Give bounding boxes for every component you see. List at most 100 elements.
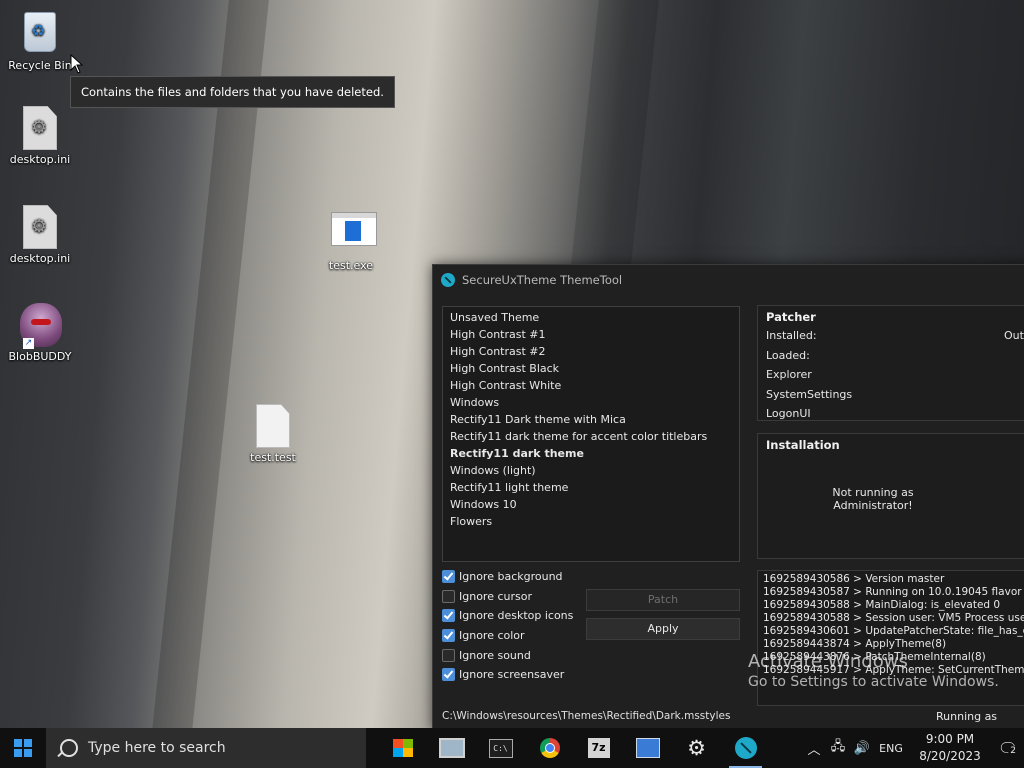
theme-list-item[interactable]: Rectify11 light theme xyxy=(443,479,739,496)
theme-list-item[interactable]: High Contrast #1 xyxy=(443,326,739,343)
patcher-group: Patcher Installed: Out Loaded: Explorer Syst… xyxy=(757,305,1024,421)
option-checkbox-row[interactable]: Ignore cursor xyxy=(442,587,573,607)
this-pc-icon xyxy=(438,738,465,758)
volume-icon[interactable]: 🔊 xyxy=(850,741,874,756)
checkbox-label: Ignore cursor xyxy=(459,589,532,603)
checkbox[interactable] xyxy=(442,668,455,682)
checkbox[interactable] xyxy=(442,570,455,584)
shortcut-arrow-icon: ↗ xyxy=(23,338,34,349)
blank-file-icon xyxy=(253,404,293,448)
checkbox-label: Ignore sound xyxy=(459,648,531,662)
start-button[interactable] xyxy=(0,728,46,768)
desktop-icon-label: desktop.ini xyxy=(9,153,71,166)
input-language[interactable]: ENG xyxy=(874,742,908,755)
taskbar-control-panel[interactable] xyxy=(623,728,672,768)
checkbox-label: Ignore color xyxy=(459,629,525,643)
checkbox-label: Ignore screensaver xyxy=(459,668,565,682)
taskbar-7zip[interactable]: 7z xyxy=(574,728,623,768)
option-checkbox-row[interactable]: Ignore desktop icons xyxy=(442,606,573,626)
7zip-icon: 7z xyxy=(587,738,610,758)
desktop-icon-desktop-ini[interactable]: desktop.ini xyxy=(2,106,78,166)
store-icon xyxy=(392,739,413,757)
patcher-row-label: Explorer xyxy=(766,368,812,381)
system-tray: ︿ 🖧 🔊 ENG 9:00 PM 8/20/2023 🗨2 xyxy=(802,728,1024,768)
chrome-icon xyxy=(539,738,560,758)
checkbox[interactable] xyxy=(442,629,455,643)
theme-list-item[interactable]: High Contrast #2 xyxy=(443,343,739,360)
activate-windows-watermark: Activate Windows Go to Settings to activ… xyxy=(748,652,999,692)
network-icon[interactable]: 🖧 xyxy=(826,737,850,759)
theme-options: Ignore background Ignore cursor Ignore des… xyxy=(442,567,573,685)
checkbox[interactable] xyxy=(442,648,455,662)
theme-list[interactable]: Unsaved Theme High Contrast #1 High Contra… xyxy=(442,306,740,562)
taskbar-command-prompt[interactable]: C:\ xyxy=(476,728,525,768)
log-line: 1692589430587 > Running on 10.0.19045 fl… xyxy=(763,586,1024,598)
theme-list-item[interactable]: Windows 10 xyxy=(443,496,739,513)
search-icon xyxy=(60,739,78,757)
mouse-cursor-icon xyxy=(70,54,84,74)
theme-list-item[interactable]: Rectify11 Dark theme with Mica xyxy=(443,411,739,428)
checkbox[interactable] xyxy=(442,609,455,623)
patcher-row: Explorer xyxy=(758,365,1024,385)
theme-list-item[interactable]: Unsaved Theme xyxy=(443,309,739,326)
theme-list-item[interactable]: High Contrast Black xyxy=(443,360,739,377)
clock[interactable]: 9:00 PM 8/20/2023 xyxy=(912,731,988,765)
installation-title: Installation xyxy=(766,438,840,452)
theme-list-item[interactable]: Flowers xyxy=(443,513,739,530)
show-hidden-icons-chevron-icon[interactable]: ︿ xyxy=(802,739,826,758)
desktop-icon-label: test.exe xyxy=(328,259,374,272)
option-checkbox-row[interactable]: Ignore color xyxy=(442,626,573,646)
log-line: 1692589443874 > ApplyTheme(8) xyxy=(763,638,947,650)
patcher-row-label: Loaded: xyxy=(766,348,810,362)
option-checkbox-row[interactable]: Ignore background xyxy=(442,567,573,587)
control-panel-icon xyxy=(635,738,660,758)
taskbar-search-box[interactable]: Type here to search xyxy=(46,728,366,768)
command-prompt-icon: C:\ xyxy=(488,738,513,758)
log-line: 1692589430588 > Session user: VM5 Proces… xyxy=(763,612,1024,624)
checkbox-label: Ignore desktop icons xyxy=(459,609,574,623)
window-title: SecureUxTheme ThemeTool xyxy=(462,273,623,287)
notification-center-icon[interactable]: 🗨2 xyxy=(992,739,1024,758)
patcher-title: Patcher xyxy=(766,310,816,324)
wallpaper-shade xyxy=(149,0,271,728)
patch-button[interactable]: Patch xyxy=(586,589,740,611)
desktop-icon-desktop-ini[interactable]: desktop.ini xyxy=(2,205,78,265)
taskbar-store[interactable] xyxy=(378,728,427,768)
desktop-icon-label: desktop.ini xyxy=(9,252,71,265)
option-checkbox-row[interactable]: Ignore sound xyxy=(442,645,573,665)
desktop-icon-recycle-bin[interactable]: Recycle Bin xyxy=(2,8,78,72)
clock-date: 8/20/2023 xyxy=(919,749,981,763)
option-checkbox-row[interactable]: Ignore screensaver xyxy=(442,665,573,685)
elevation-status: Running as xyxy=(936,710,998,723)
checkbox[interactable] xyxy=(442,589,455,603)
patcher-row: LogonUI xyxy=(758,404,1024,424)
patcher-row-label: LogonUI xyxy=(766,407,811,420)
notification-count: 2 xyxy=(1008,745,1018,756)
windows-logo-icon xyxy=(14,739,32,757)
patcher-row: Loaded: xyxy=(758,346,1024,366)
log-line: 1692589430586 > Version master xyxy=(763,573,945,585)
taskbar-securexutheme[interactable] xyxy=(721,728,770,768)
window-titlebar[interactable]: SecureUxTheme ThemeTool xyxy=(433,265,1024,295)
desktop-icon-blobbuddy[interactable]: ↗ BlobBUDDY xyxy=(2,303,78,363)
theme-list-item[interactable]: Windows xyxy=(443,394,739,411)
taskbar-chrome[interactable] xyxy=(525,728,574,768)
taskbar-this-pc[interactable] xyxy=(427,728,476,768)
blobbuddy-icon: ↗ xyxy=(20,303,62,349)
taskbar: Type here to search C:\ 7z ⚙ ︿ 🖧 🔊 ENG 9… xyxy=(0,728,1024,768)
theme-list-item[interactable]: Windows (light) xyxy=(443,462,739,479)
desktop-icon-label: BlobBUDDY xyxy=(8,350,72,363)
theme-list-item[interactable]: Rectify11 dark theme xyxy=(443,445,739,462)
desktop-icon-test-exe[interactable]: test.exe xyxy=(313,206,389,272)
theme-list-item[interactable]: Rectify11 dark theme for accent color ti… xyxy=(443,428,739,445)
apply-button[interactable]: Apply xyxy=(586,618,740,640)
securexutheme-icon xyxy=(734,737,757,759)
securexutheme-logo-icon xyxy=(441,273,455,287)
taskbar-settings[interactable]: ⚙ xyxy=(672,728,721,768)
settings-icon: ⚙ xyxy=(687,736,706,760)
theme-path: C:\Windows\resources\Themes\Rectified\Da… xyxy=(442,710,731,722)
patcher-row-label: SystemSettings xyxy=(766,387,853,401)
desktop-icon-test-test[interactable]: test.test xyxy=(235,404,311,464)
search-placeholder: Type here to search xyxy=(88,740,226,756)
theme-list-item[interactable]: High Contrast White xyxy=(443,377,739,394)
